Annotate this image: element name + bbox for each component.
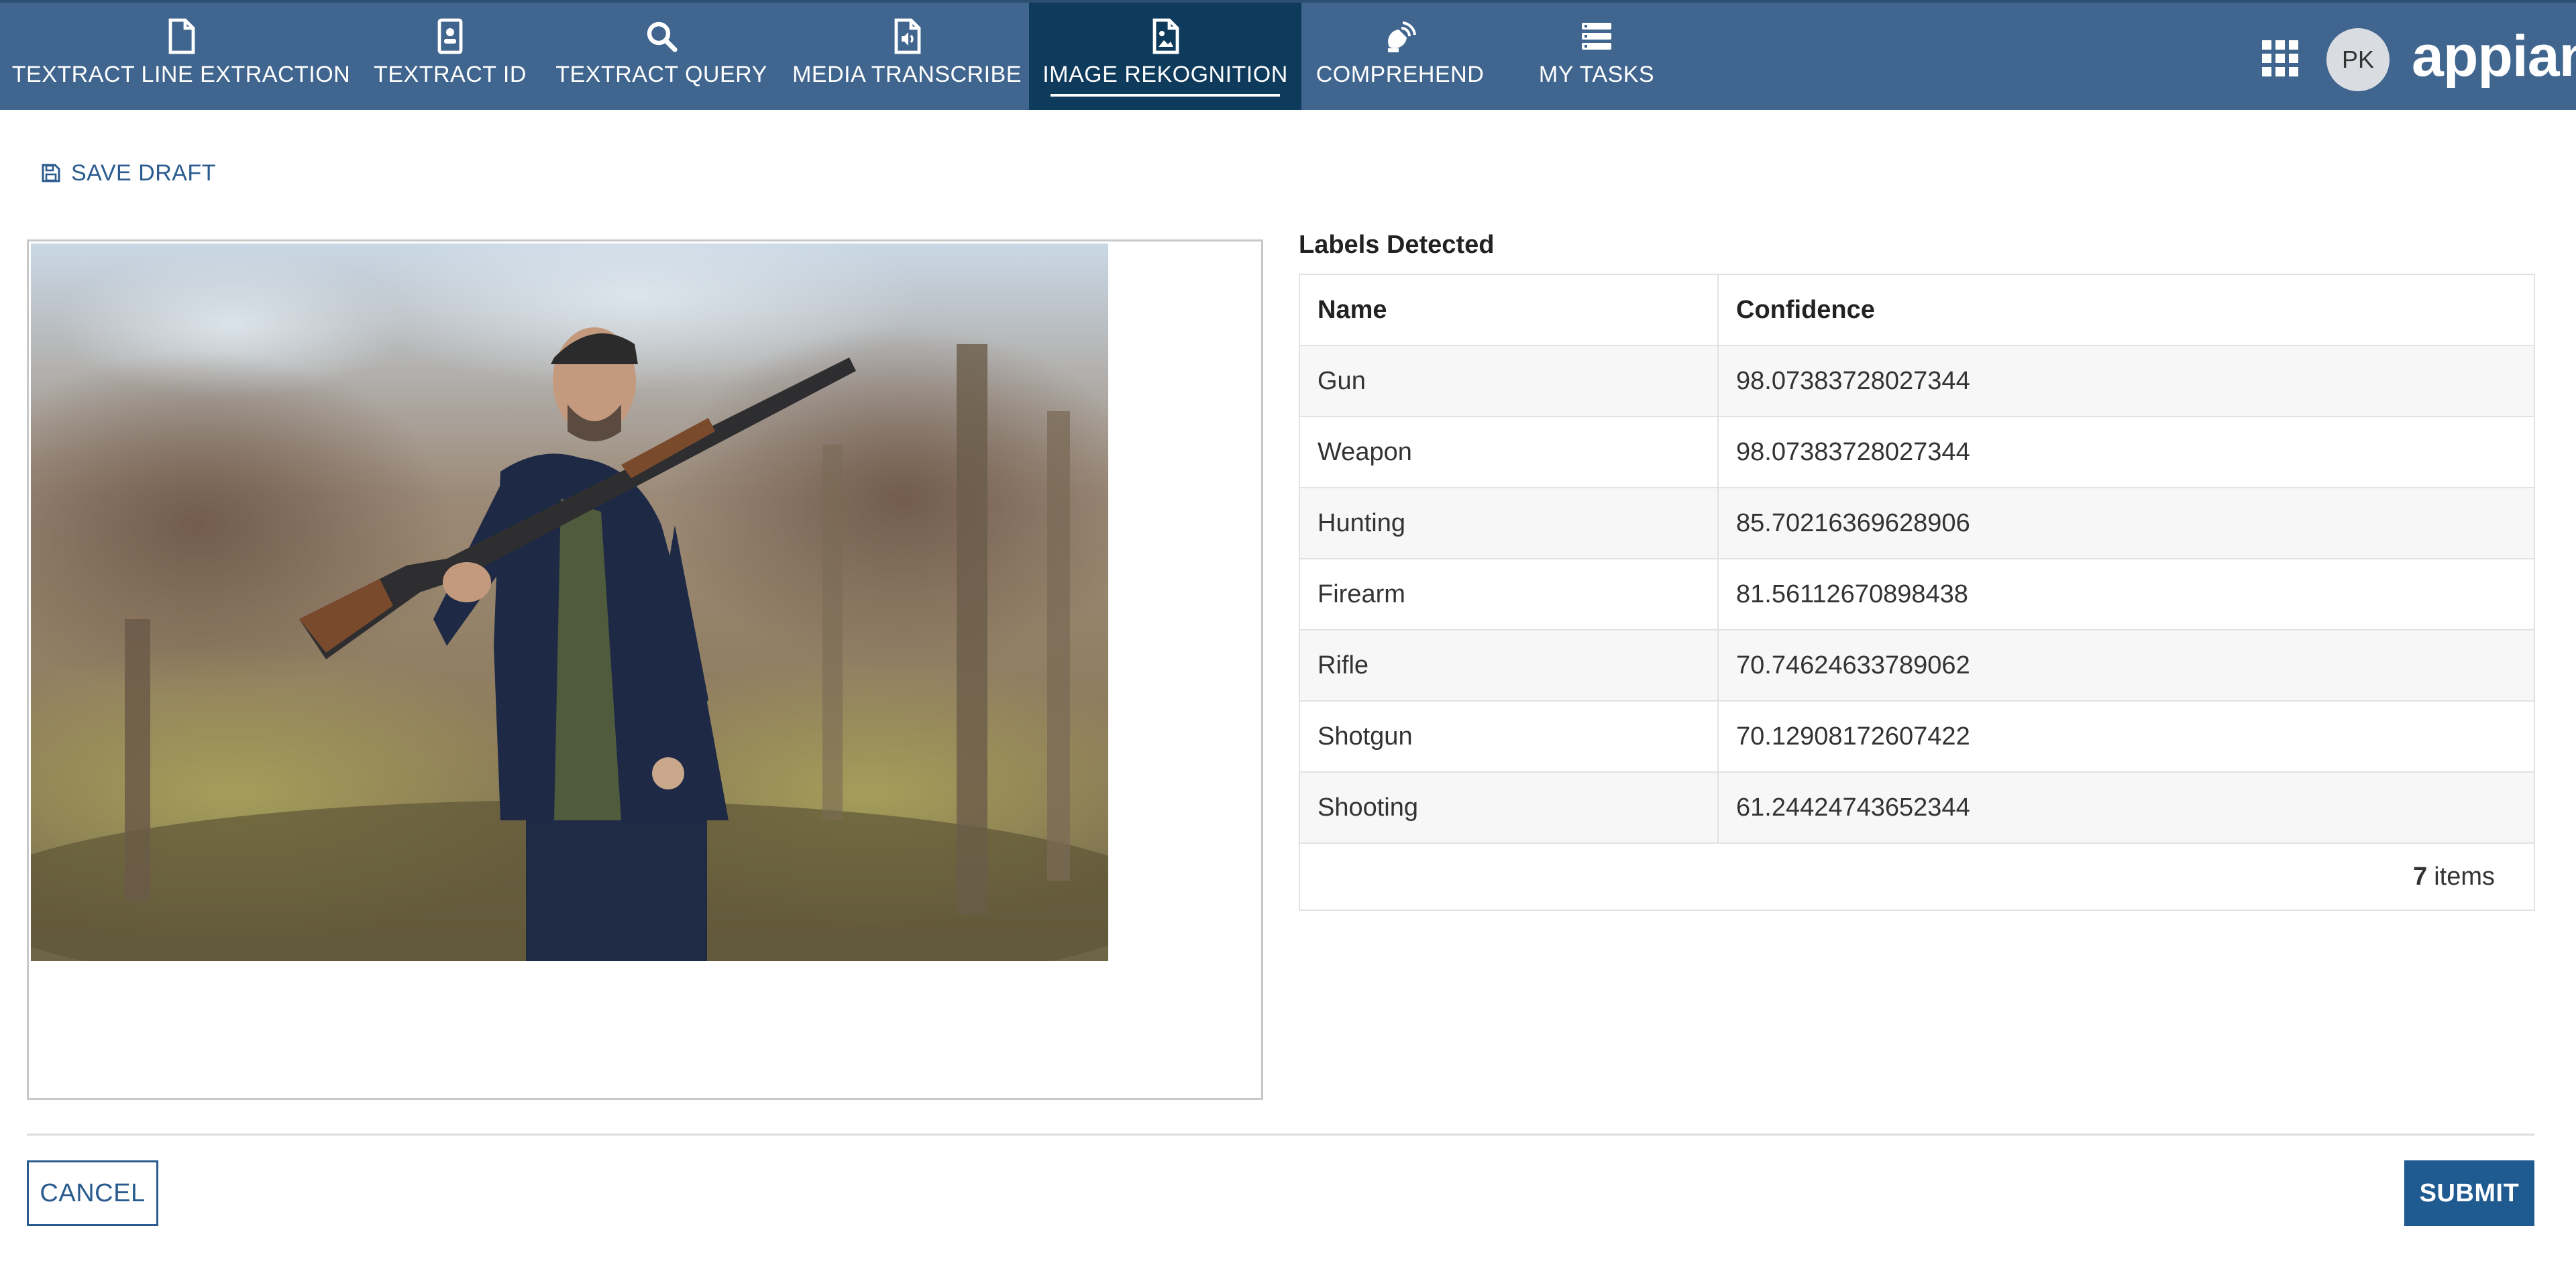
tab-label: IMAGE REKOGNITION [1042, 62, 1288, 87]
tab-comprehend[interactable]: COMPREHEND [1301, 3, 1499, 110]
tab-label: MY TASKS [1538, 62, 1655, 87]
tab-label: COMPREHEND [1316, 62, 1485, 87]
table-row: Shooting 61.24424743652344 [1300, 773, 2534, 844]
tab-label: MEDIA TRANSCRIBE [792, 62, 1022, 87]
tab-image-rekognition[interactable]: IMAGE REKOGNITION [1029, 3, 1301, 110]
audio-file-icon [785, 17, 1029, 56]
label-name: Weapon [1300, 417, 1719, 487]
column-header-confidence[interactable]: Confidence [1719, 275, 2534, 345]
label-confidence: 98.07383728027344 [1736, 366, 1970, 395]
label-confidence: 70.12908172607422 [1736, 722, 1970, 751]
column-header-name[interactable]: Name [1300, 275, 1719, 345]
item-count-number: 7 [2413, 862, 2428, 891]
image-preview-panel [27, 239, 1263, 1100]
grid-item-count: 7 items [1300, 844, 2534, 910]
label-name: Shotgun [1300, 702, 1719, 771]
table-row: Weapon 98.07383728027344 [1300, 417, 2534, 488]
labels-grid: Name Confidence Gun 98.07383728027344 We… [1299, 274, 2535, 911]
labels-detected-heading: Labels Detected [1299, 231, 1495, 259]
footer-divider [27, 1134, 2534, 1136]
tab-my-tasks[interactable]: MY TASKS [1499, 3, 1695, 110]
tab-label: TEXTRACT LINE EXTRACTION [11, 62, 351, 87]
table-row: Rifle 70.74624633789062 [1300, 630, 2534, 702]
grid-header-row: Name Confidence [1300, 275, 2534, 346]
cancel-button[interactable]: CANCEL [27, 1160, 158, 1226]
label-name: Firearm [1300, 559, 1719, 629]
top-nav-bar: TEXTRACT LINE EXTRACTION TEXTRACT ID TEX… [0, 0, 2576, 110]
active-tab-underline [1051, 94, 1280, 97]
tab-label: TEXTRACT ID [374, 62, 527, 87]
label-confidence: 98.07383728027344 [1736, 437, 1970, 466]
submit-button[interactable]: SUBMIT [2404, 1160, 2534, 1226]
save-icon [42, 164, 60, 182]
table-row: Hunting 85.70216369628906 [1300, 488, 2534, 559]
tab-textract-query[interactable]: TEXTRACT QUERY [538, 3, 785, 110]
label-confidence: 81.56112670898438 [1736, 580, 1968, 608]
apps-grid-icon[interactable] [2261, 39, 2300, 78]
analyzed-photo [31, 243, 1108, 961]
appian-logo: appian [2412, 24, 2576, 89]
document-icon [0, 17, 362, 56]
user-avatar[interactable]: PK [2326, 28, 2390, 91]
table-row: Gun 98.07383728027344 [1300, 346, 2534, 417]
label-confidence: 70.74624633789062 [1736, 651, 1970, 679]
task-list-icon [1499, 17, 1695, 56]
table-row: Firearm 81.56112670898438 [1300, 559, 2534, 630]
label-name: Rifle [1300, 630, 1719, 700]
grid-body: Gun 98.07383728027344 Weapon 98.07383728… [1300, 346, 2534, 844]
table-row: Shotgun 70.12908172607422 [1300, 702, 2534, 773]
search-icon [538, 17, 785, 56]
id-card-icon [362, 17, 538, 56]
save-draft-label: SAVE DRAFT [71, 160, 216, 186]
tab-textract-id[interactable]: TEXTRACT ID [362, 3, 538, 110]
label-confidence: 61.24424743652344 [1736, 793, 1970, 822]
label-name: Shooting [1300, 773, 1719, 842]
tab-label: TEXTRACT QUERY [555, 62, 767, 87]
item-count-suffix: items [2434, 862, 2495, 891]
satellite-icon [1301, 17, 1499, 56]
label-name: Hunting [1300, 488, 1719, 558]
label-name: Gun [1300, 346, 1719, 416]
label-confidence: 85.70216369628906 [1736, 508, 1970, 537]
save-draft-button[interactable]: SAVE DRAFT [40, 158, 216, 188]
image-file-icon [1029, 17, 1301, 56]
tab-media-transcribe[interactable]: MEDIA TRANSCRIBE [785, 3, 1029, 110]
tab-textract-line-extraction[interactable]: TEXTRACT LINE EXTRACTION [0, 3, 362, 110]
